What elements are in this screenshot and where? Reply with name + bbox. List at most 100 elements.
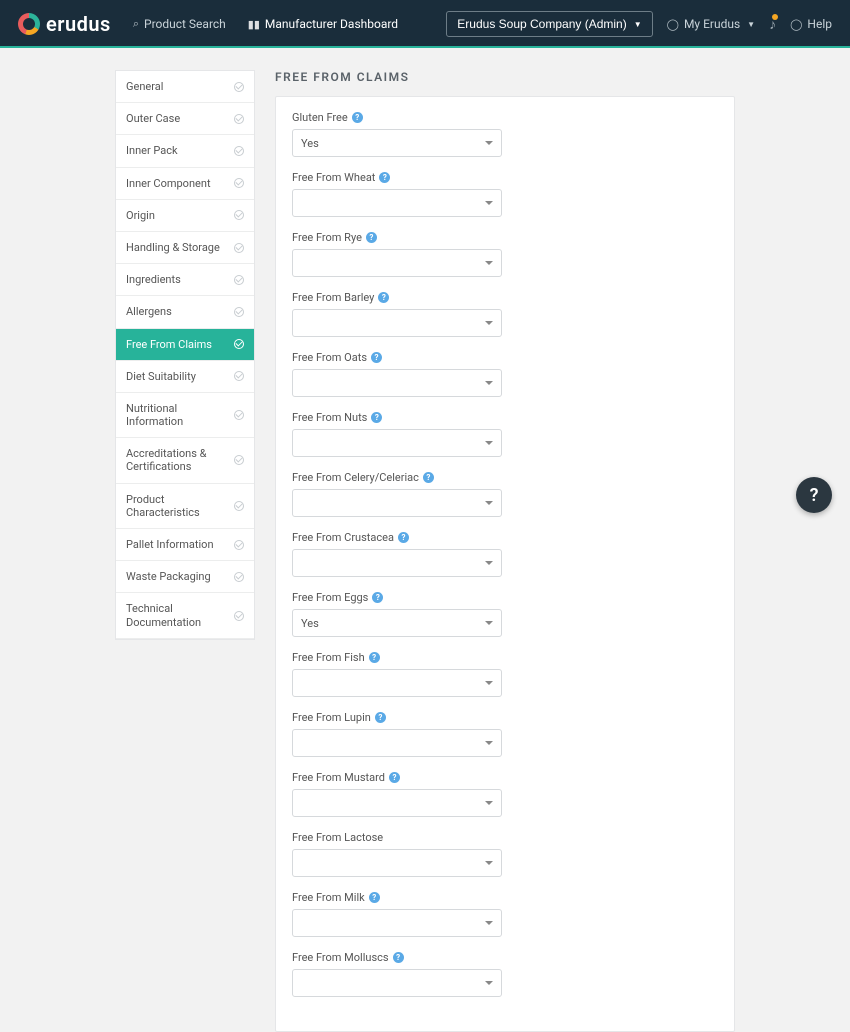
help-tooltip-icon[interactable]: ?	[389, 772, 400, 783]
sidebar-item-label: Technical Documentation	[126, 602, 234, 628]
select-dropdown[interactable]	[292, 309, 502, 337]
sidebar-item[interactable]: Accreditations & Certifications	[116, 438, 254, 483]
field-label: Free From Crustacea?	[292, 531, 502, 544]
sidebar-item-label: Nutritional Information	[126, 402, 234, 428]
select-dropdown[interactable]	[292, 249, 502, 277]
my-account-label: My Erudus	[684, 17, 740, 31]
sidebar-item[interactable]: Nutritional Information	[116, 393, 254, 438]
field-label: Free From Nuts?	[292, 411, 502, 424]
form-grid: Gluten Free?YesFree From Wheat?Free From…	[292, 111, 718, 1011]
select-dropdown[interactable]	[292, 789, 502, 817]
check-circle-icon	[234, 307, 244, 317]
nav-manufacturer-dashboard[interactable]: ▮▮ Manufacturer Dashboard	[248, 17, 398, 31]
nav-product-search-label: Product Search	[144, 17, 226, 31]
help-tooltip-icon[interactable]: ?	[375, 712, 386, 723]
check-circle-icon	[234, 501, 244, 511]
sidebar-item[interactable]: Technical Documentation	[116, 593, 254, 638]
form-column-left: Gluten Free?YesFree From Wheat?Free From…	[292, 111, 502, 471]
sidebar-item-label: Inner Pack	[126, 144, 178, 157]
nav-product-search[interactable]: ⌕ Product Search	[133, 17, 226, 31]
check-circle-icon	[234, 410, 244, 420]
nav-right: Erudus Soup Company (Admin) ▼ ◯ My Erudu…	[446, 11, 832, 37]
sidebar-item-label: Ingredients	[126, 273, 181, 286]
field-label-text: Free From Crustacea	[292, 531, 394, 544]
check-circle-icon	[234, 572, 244, 582]
form-field: Free From Mustard?	[292, 771, 502, 817]
logo[interactable]: erudus	[18, 12, 111, 36]
check-circle-icon	[234, 210, 244, 220]
help-tooltip-icon[interactable]: ?	[352, 112, 363, 123]
select-dropdown[interactable]	[292, 729, 502, 757]
sidebar-item[interactable]: Waste Packaging	[116, 561, 254, 593]
sidebar-item-label: Origin	[126, 209, 155, 222]
help-tooltip-icon[interactable]: ?	[378, 292, 389, 303]
field-label-text: Free From Barley	[292, 291, 374, 304]
sidebar-item[interactable]: Inner Pack	[116, 135, 254, 167]
sidebar-item-label: General	[126, 80, 163, 93]
check-circle-icon	[234, 540, 244, 550]
field-label: Free From Rye?	[292, 231, 502, 244]
help-tooltip-icon[interactable]: ?	[369, 892, 380, 903]
field-label: Free From Oats?	[292, 351, 502, 364]
brand-name: erudus	[46, 12, 111, 36]
help-tooltip-icon[interactable]: ?	[393, 952, 404, 963]
check-circle-icon	[234, 275, 244, 285]
help-tooltip-icon[interactable]: ?	[423, 472, 434, 483]
field-label-text: Free From Rye	[292, 231, 362, 244]
help-tooltip-icon[interactable]: ?	[371, 412, 382, 423]
check-circle-icon	[234, 339, 244, 349]
help-tooltip-icon[interactable]: ?	[369, 652, 380, 663]
my-account-menu[interactable]: ◯ My Erudus ▼	[667, 17, 755, 31]
select-dropdown[interactable]: Yes	[292, 609, 502, 637]
search-icon: ⌕	[133, 17, 139, 31]
field-label-text: Free From Molluscs	[292, 951, 389, 964]
help-tooltip-icon[interactable]: ?	[398, 532, 409, 543]
folder-icon: ▮▮	[248, 18, 260, 31]
field-label: Free From Fish?	[292, 651, 502, 664]
select-dropdown[interactable]	[292, 909, 502, 937]
sidebar-item[interactable]: Handling & Storage	[116, 232, 254, 264]
sidebar-item[interactable]: Pallet Information	[116, 529, 254, 561]
field-label-text: Free From Nuts	[292, 411, 367, 424]
sidebar-item[interactable]: Inner Component	[116, 168, 254, 200]
form-column-right: Free From Celery/Celeriac?Free From Crus…	[292, 471, 502, 1011]
help-tooltip-icon[interactable]: ?	[372, 592, 383, 603]
select-dropdown[interactable]	[292, 489, 502, 517]
sidebar-item-label: Accreditations & Certifications	[126, 447, 234, 473]
notifications-button[interactable]: ♪	[769, 16, 776, 33]
sidebar-item-label: Outer Case	[126, 112, 180, 125]
select-dropdown[interactable]: Yes	[292, 129, 502, 157]
field-label-text: Free From Celery/Celeriac	[292, 471, 419, 484]
field-label-text: Free From Lactose	[292, 831, 383, 844]
select-dropdown[interactable]	[292, 429, 502, 457]
help-tooltip-icon[interactable]: ?	[379, 172, 390, 183]
select-dropdown[interactable]	[292, 189, 502, 217]
select-dropdown[interactable]	[292, 549, 502, 577]
company-switcher-button[interactable]: Erudus Soup Company (Admin) ▼	[446, 11, 652, 37]
field-label-text: Free From Eggs	[292, 591, 368, 604]
select-dropdown[interactable]	[292, 969, 502, 997]
help-fab-button[interactable]: ?	[796, 477, 832, 513]
field-label: Free From Celery/Celeriac?	[292, 471, 502, 484]
sidebar-item-label: Product Characteristics	[126, 493, 234, 519]
field-label-text: Free From Wheat	[292, 171, 375, 184]
help-link[interactable]: ◯ Help	[790, 17, 832, 31]
sidebar-item[interactable]: Origin	[116, 200, 254, 232]
help-tooltip-icon[interactable]: ?	[371, 352, 382, 363]
sidebar-item[interactable]: Outer Case	[116, 103, 254, 135]
sidebar-item[interactable]: Product Characteristics	[116, 484, 254, 529]
check-circle-icon	[234, 146, 244, 156]
select-dropdown[interactable]	[292, 669, 502, 697]
sidebar-item[interactable]: General	[116, 71, 254, 103]
help-tooltip-icon[interactable]: ?	[366, 232, 377, 243]
sidebar-item-label: Diet Suitability	[126, 370, 196, 383]
sidebar-item[interactable]: Ingredients	[116, 264, 254, 296]
field-label-text: Free From Fish	[292, 651, 365, 664]
user-icon: ◯	[667, 18, 679, 31]
form-field: Free From Crustacea?	[292, 531, 502, 577]
select-dropdown[interactable]	[292, 849, 502, 877]
sidebar-item[interactable]: Allergens	[116, 296, 254, 328]
sidebar-item[interactable]: Free From Claims	[116, 329, 254, 361]
sidebar-item[interactable]: Diet Suitability	[116, 361, 254, 393]
select-dropdown[interactable]	[292, 369, 502, 397]
